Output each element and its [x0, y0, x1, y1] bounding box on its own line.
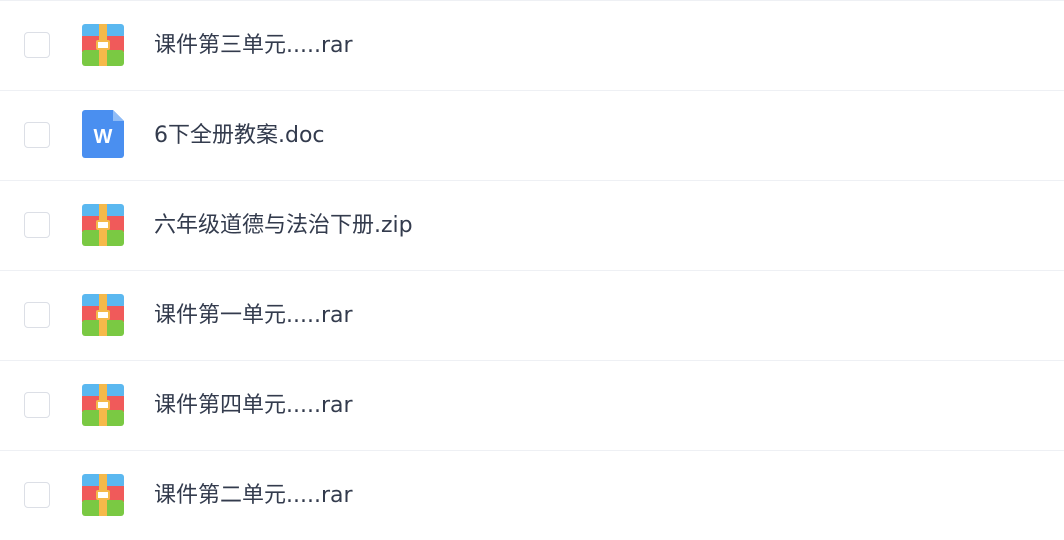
file-row[interactable]: 课件第一单元.....rar [0, 271, 1064, 361]
svg-text:W: W [94, 126, 113, 148]
archive-icon [82, 294, 124, 336]
file-checkbox[interactable] [24, 302, 50, 328]
file-checkbox[interactable] [24, 392, 50, 418]
file-row[interactable]: 课件第三单元.....rar [0, 1, 1064, 91]
file-row[interactable]: W 6下全册教案.doc [0, 91, 1064, 181]
archive-icon [82, 384, 124, 426]
file-list: 课件第三单元.....rar W 6下全册教案.doc 六年级道德与法治下册.z… [0, 0, 1064, 540]
file-checkbox[interactable] [24, 482, 50, 508]
archive-icon [82, 24, 124, 66]
file-name[interactable]: 课件第四单元.....rar [154, 361, 353, 451]
file-checkbox[interactable] [24, 122, 50, 148]
file-row[interactable]: 课件第二单元.....rar [0, 451, 1064, 540]
file-row[interactable]: 六年级道德与法治下册.zip [0, 181, 1064, 271]
file-name[interactable]: 课件第一单元.....rar [154, 271, 353, 361]
archive-icon [82, 474, 124, 516]
file-name[interactable]: 课件第二单元.....rar [154, 451, 353, 540]
file-name[interactable]: 六年级道德与法治下册.zip [154, 181, 413, 271]
file-name[interactable]: 6下全册教案.doc [154, 91, 325, 181]
file-row[interactable]: 课件第四单元.....rar [0, 361, 1064, 451]
file-checkbox[interactable] [24, 32, 50, 58]
archive-icon [82, 204, 124, 246]
file-checkbox[interactable] [24, 212, 50, 238]
file-name[interactable]: 课件第三单元.....rar [154, 1, 353, 91]
word-doc-icon: W [82, 110, 124, 158]
